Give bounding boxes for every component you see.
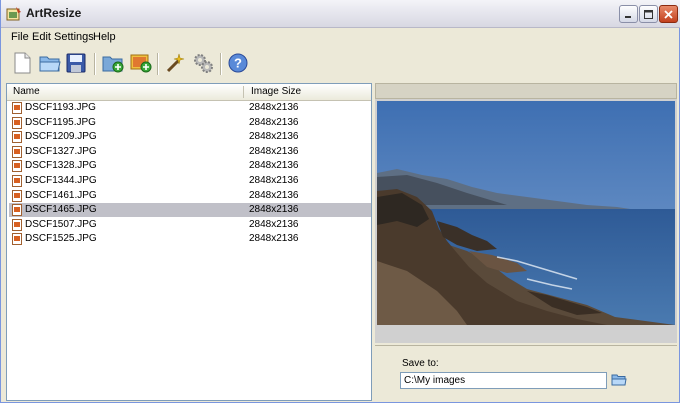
toolbar: ? <box>1 47 680 81</box>
save-button[interactable] <box>63 50 89 76</box>
file-image-size: 2848x2136 <box>249 131 299 143</box>
list-header: Name Image Size <box>7 84 371 101</box>
preview-image <box>377 101 675 325</box>
file-image-size: 2848x2136 <box>249 116 299 128</box>
preview-panel: Save to: <box>375 83 677 401</box>
add-image-icon <box>130 54 152 73</box>
image-file-icon <box>12 218 22 231</box>
preview-area <box>375 99 677 343</box>
file-image-size: 2848x2136 <box>249 189 299 201</box>
file-image-size: 2848x2136 <box>249 160 299 172</box>
toolbar-separator <box>220 53 222 75</box>
title-bar[interactable]: ArtResize <box>1 0 680 28</box>
toolbar-separator <box>157 53 159 75</box>
menu-file[interactable]: File <box>11 31 29 43</box>
image-file-icon <box>12 160 22 173</box>
file-name: DSCF1461.JPG <box>25 189 97 201</box>
list-item[interactable]: DSCF1461.JPG 2848x2136 <box>9 189 371 203</box>
open-folder-icon <box>39 56 61 72</box>
image-file-icon <box>12 145 22 158</box>
list-item[interactable]: DSCF1328.JPG 2848x2136 <box>9 159 371 173</box>
list-item[interactable]: DSCF1327.JPG 2848x2136 <box>9 145 371 159</box>
help-button[interactable]: ? <box>225 50 251 76</box>
preview-header <box>375 83 677 99</box>
file-image-size: 2848x2136 <box>249 145 299 157</box>
app-icon <box>6 7 21 21</box>
maximize-icon <box>644 9 653 19</box>
file-name: DSCF1525.JPG <box>25 233 97 245</box>
menu-help[interactable]: Help <box>93 31 116 43</box>
help-icon: ? <box>228 53 248 73</box>
file-list[interactable]: Name Image Size DSCF1193.JPG 2848x2136 DSC… <box>6 83 372 401</box>
save-path-input[interactable] <box>400 372 607 389</box>
list-item[interactable]: DSCF1209.JPG 2848x2136 <box>9 130 371 144</box>
file-name: DSCF1327.JPG <box>25 145 97 157</box>
browse-folder-icon[interactable] <box>611 373 627 387</box>
image-file-icon <box>12 131 22 144</box>
new-button[interactable] <box>9 50 35 76</box>
settings-gears-icon <box>194 54 213 73</box>
list-item[interactable]: DSCF1525.JPG 2848x2136 <box>9 232 371 246</box>
close-button[interactable] <box>659 5 678 23</box>
list-item[interactable]: DSCF1344.JPG 2848x2136 <box>9 174 371 188</box>
settings-button[interactable] <box>190 50 216 76</box>
app-window: ArtResize File Edit Settings Help ? Name… <box>0 0 680 403</box>
image-file-icon <box>12 204 22 217</box>
file-image-size: 2848x2136 <box>249 175 299 186</box>
minimize-button[interactable] <box>619 5 638 23</box>
column-header-image-size[interactable]: Image Size <box>251 86 301 97</box>
save-to-label: Save to: <box>402 358 439 369</box>
file-name: DSCF1344.JPG <box>25 175 97 186</box>
close-icon <box>664 9 673 19</box>
image-file-icon <box>12 233 22 246</box>
list-item[interactable]: DSCF1465.JPG 2848x2136 <box>9 203 371 218</box>
file-name: DSCF1193.JPG <box>25 102 96 113</box>
file-name: DSCF1328.JPG <box>25 160 97 172</box>
image-file-icon <box>12 189 22 202</box>
file-name: DSCF1507.JPG <box>25 218 97 230</box>
file-image-size: 2848x2136 <box>249 204 299 216</box>
file-name: DSCF1195.JPG <box>25 116 96 128</box>
magic-wand-icon <box>166 53 185 73</box>
file-image-size: 2848x2136 <box>249 233 299 245</box>
save-section: Save to: <box>375 345 677 402</box>
menu-edit[interactable]: Edit <box>32 31 51 43</box>
svg-text:?: ? <box>234 56 242 71</box>
new-file-icon <box>14 52 31 74</box>
add-folder-icon <box>102 56 124 73</box>
column-header-name[interactable]: Name <box>13 86 40 97</box>
minimize-icon <box>625 15 631 18</box>
resize-button[interactable] <box>162 50 188 76</box>
list-item[interactable]: DSCF1507.JPG 2848x2136 <box>9 218 371 232</box>
maximize-button[interactable] <box>639 5 658 23</box>
open-button[interactable] <box>37 50 63 76</box>
file-name: DSCF1209.JPG <box>25 131 97 143</box>
file-image-size: 2848x2136 <box>249 218 299 230</box>
list-item[interactable]: DSCF1195.JPG 2848x2136 <box>9 116 371 130</box>
column-divider[interactable] <box>243 86 244 98</box>
add-image-button[interactable] <box>128 50 154 76</box>
image-file-icon <box>12 116 22 129</box>
menu-bar: File Edit Settings Help <box>1 28 680 46</box>
image-file-icon <box>12 102 22 114</box>
add-folder-button[interactable] <box>100 50 126 76</box>
file-image-size: 2848x2136 <box>249 102 299 113</box>
toolbar-separator <box>94 53 96 75</box>
image-file-icon <box>12 175 22 187</box>
save-icon <box>66 53 86 73</box>
window-title: ArtResize <box>26 6 82 20</box>
file-name: DSCF1465.JPG <box>25 204 97 216</box>
menu-settings[interactable]: Settings <box>54 31 94 43</box>
list-item[interactable]: DSCF1193.JPG 2848x2136 <box>9 101 371 115</box>
